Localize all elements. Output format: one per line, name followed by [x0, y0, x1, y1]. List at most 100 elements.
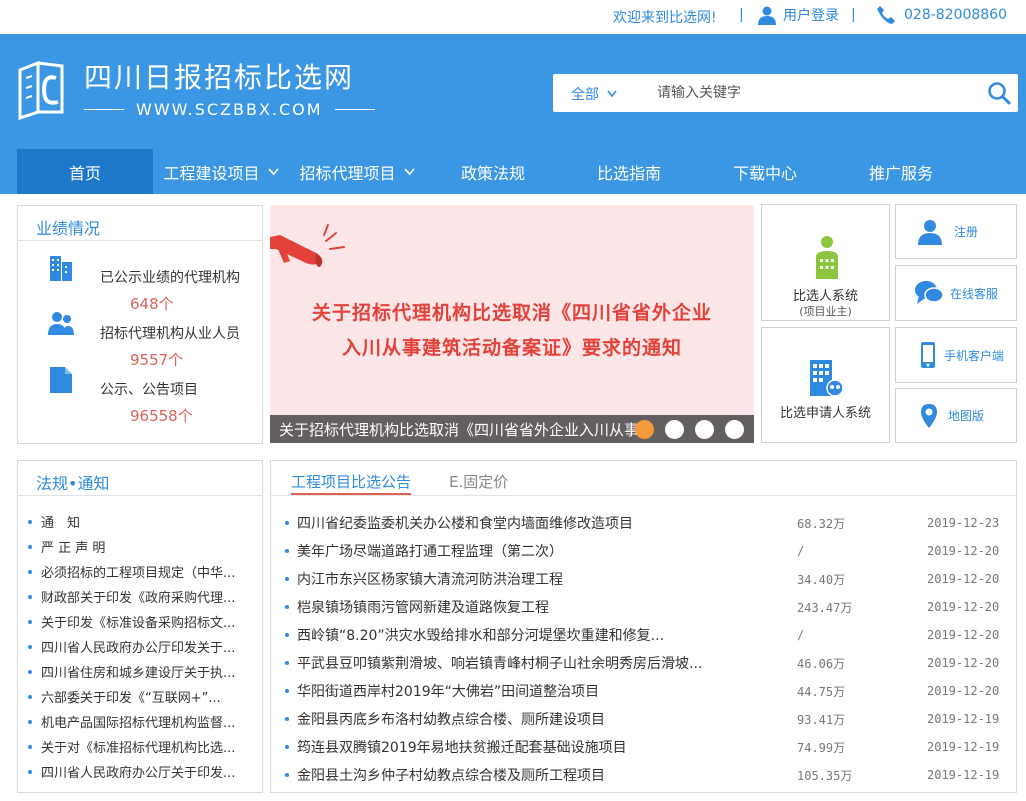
mobile-client-button[interactable]: 手机客户端: [895, 327, 1017, 383]
performance-panel: 业绩情况 已公示业绩的代理机构 648个 招标代理机构从业人员 9557个 公示…: [17, 205, 263, 444]
bullet-icon: [285, 661, 289, 665]
law-list-item[interactable]: 财政部关于印发《政府采购代理...: [28, 584, 235, 609]
tab-project-announcements[interactable]: 工程项目比选公告: [291, 461, 412, 495]
law-title: 财政部关于印发《政府采购代理...: [41, 591, 236, 606]
law-list-item[interactable]: 四川省住房和城乡建设厅关于执...: [28, 659, 235, 684]
project-name: 内江市东兴区杨家镇大清流河防洪治理工程: [297, 572, 563, 588]
project-row[interactable]: 四川省纪委监委机关办公楼和食堂内墙面维修改造项目 68.32万 2019-12-23: [285, 509, 1005, 537]
project-amount: 105.35万: [797, 768, 853, 783]
bullet-icon: [285, 717, 289, 721]
project-amount: 243.47万: [797, 600, 853, 615]
bullet-icon: [28, 769, 32, 774]
project-row[interactable]: 内江市东兴区杨家镇大清流河防洪治理工程 34.40万 2019-12-20: [285, 565, 1005, 593]
project-amount: /: [797, 544, 805, 558]
panel-title: 法规•通知: [36, 474, 110, 493]
carousel-dot[interactable]: [695, 420, 714, 439]
applicant-system-entry[interactable]: 比选申请人系统: [761, 327, 890, 443]
project-name: 西岭镇“8.20”洪灾水毁给排水和部分河堤堡坎重建和修复...: [297, 628, 665, 644]
project-tabs: 工程项目比选公告 E.固定价: [291, 461, 546, 495]
project-row[interactable]: 筠连县双腾镇2019年易地扶贫搬迁配套基础设施项目 74.99万 2019-12-1…: [285, 733, 1005, 761]
search-scope-select[interactable]: 全部: [571, 84, 617, 104]
panel-title: 业绩情况: [36, 219, 101, 238]
project-date: 2019-12-19: [927, 768, 1000, 782]
bullet-icon: [285, 605, 289, 609]
law-list-item[interactable]: 关于印发《标准设备采购招标文...: [28, 609, 235, 634]
project-date: 2019-12-20: [927, 572, 1000, 586]
law-list-item[interactable]: 关于对《标准招标代理机构比选...: [28, 734, 235, 759]
projects-panel: 工程项目比选公告 E.固定价 四川省纪委监委机关办公楼和食堂内墙面维修改造项目 6…: [270, 460, 1017, 793]
project-amount: 34.40万: [797, 572, 846, 587]
carousel-dot[interactable]: [725, 420, 744, 439]
project-amount: 46.06万: [797, 656, 846, 671]
law-list-item[interactable]: 严 正 声 明: [28, 534, 235, 559]
project-row[interactable]: 平武县豆叩镇紫荆滑坡、响岩镇青峰村桐子山社余明秀房后滑坡... 46.06万 201…: [285, 649, 1005, 677]
logo-icon: [18, 60, 64, 120]
nav-item-policy[interactable]: 政策法规: [425, 149, 561, 194]
site-logo[interactable]: 四川日报招标比选网 WWW.SCZBBX.COM: [16, 60, 375, 120]
law-title: 严 正 声 明: [41, 541, 106, 556]
register-button[interactable]: 注册: [895, 204, 1017, 259]
stat-value: 9557个: [130, 351, 184, 369]
bullet-icon: [285, 773, 289, 777]
chevron-down-icon: [607, 90, 617, 98]
welcome-text: 欢迎来到比选网!: [613, 10, 717, 26]
building-icon: [50, 256, 72, 281]
map-version-button[interactable]: 地图版: [895, 388, 1017, 443]
tab-fixed-price[interactable]: E.固定价: [449, 461, 508, 495]
law-list-item[interactable]: 四川省人民政府办公厅印发关于...: [28, 634, 235, 659]
bullet-icon: [285, 633, 289, 637]
nav-item-promotion[interactable]: 推广服务: [833, 149, 969, 194]
laws-list: 通 知严 正 声 明必须招标的工程项目规定（中华... 财政部关于印发《政府采购代…: [28, 509, 235, 784]
online-service-button[interactable]: 在线客服: [895, 265, 1017, 321]
divider: [18, 240, 262, 241]
carousel-dot[interactable]: [635, 420, 654, 439]
nav-label: 政策法规: [460, 163, 525, 183]
map-pin-icon: [921, 403, 937, 428]
law-title: 必须招标的工程项目规定（中华...: [41, 566, 236, 581]
user-icon: [758, 6, 776, 25]
project-row[interactable]: 华阳街道西岸村2019年“大佛岩”田间道整治项目 44.75万 2019-12-20: [285, 677, 1005, 705]
phone-contact: 028-82008860: [876, 5, 1007, 25]
bullet-icon: [28, 719, 32, 724]
nav-item-download[interactable]: 下载中心: [697, 149, 833, 194]
project-row[interactable]: 桤泉镇场镇雨污管网新建及道路恢复工程 243.47万 2019-12-20: [285, 593, 1005, 621]
carousel-dot[interactable]: [665, 420, 684, 439]
project-row[interactable]: 金阳县丙底乡布洛村幼教点综合楼、厕所建设项目 93.41万 2019-12-19: [285, 705, 1005, 733]
project-date: 2019-12-20: [927, 544, 1000, 558]
law-list-item[interactable]: 通 知: [28, 509, 235, 534]
bullet-icon: [285, 577, 289, 581]
law-list-item[interactable]: 四川省人民政府办公厅关于印发...: [28, 759, 235, 784]
search-box: 全部: [553, 74, 1018, 112]
owner-system-entry[interactable]: 比选人系统 (项目业主): [761, 204, 890, 321]
nav-label: 下载中心: [732, 163, 797, 183]
search-button[interactable]: [987, 81, 1011, 109]
project-row[interactable]: 西岭镇“8.20”洪灾水毁给排水和部分河堤堡坎重建和修复... / 2019-12-…: [285, 621, 1005, 649]
project-name: 金阳县丙底乡布洛村幼教点综合楼、厕所建设项目: [297, 712, 605, 728]
project-amount: 74.99万: [797, 740, 846, 755]
bullet-icon: [28, 569, 32, 574]
nav-item-guide[interactable]: 比选指南: [561, 149, 697, 194]
projects-list: 四川省纪委监委机关办公楼和食堂内墙面维修改造项目 68.32万 2019-12-23…: [285, 509, 1005, 789]
project-row[interactable]: 美年广场尽端道路打通工程监理（第二次） / 2019-12-20: [285, 537, 1005, 565]
project-name: 筠连县双腾镇2019年易地扶贫搬迁配套基础设施项目: [297, 740, 627, 756]
project-date: 2019-12-20: [927, 628, 1000, 642]
law-list-item[interactable]: 六部委关于印发《“互联网+”...: [28, 684, 235, 709]
megaphone-icon: [270, 224, 345, 267]
nav-item-construction[interactable]: 工程建设项目: [153, 149, 289, 194]
user-login-link[interactable]: 用户登录: [757, 5, 839, 25]
bullet-icon: [28, 694, 32, 699]
search-input[interactable]: [657, 82, 957, 104]
chevron-down-icon: [267, 167, 279, 175]
project-row[interactable]: 金阳县土沟乡仲子村幼教点综合楼及厕所工程项目 105.35万 2019-12-19: [285, 761, 1005, 789]
bullet-icon: [28, 669, 32, 674]
law-list-item[interactable]: 必须招标的工程项目规定（中华...: [28, 559, 235, 584]
law-list-item[interactable]: 机电产品国际招标代理机构监督...: [28, 709, 235, 734]
law-title: 四川省人民政府办公厅关于印发...: [41, 766, 236, 781]
project-name: 美年广场尽端道路打通工程监理（第二次）: [297, 544, 563, 560]
bullet-icon: [285, 689, 289, 693]
nav-item-home[interactable]: 首页: [17, 149, 153, 194]
banner-headline: 入川从事建筑活动备案证》要求的通知: [341, 337, 682, 359]
user-login-label: 用户登录: [783, 8, 839, 24]
nav-item-agency[interactable]: 招标代理项目: [289, 149, 425, 194]
news-banner[interactable]: 关于招标代理机构比选取消《四川省省外企业 入川从事建筑活动备案证》要求的通知 关…: [270, 205, 754, 443]
